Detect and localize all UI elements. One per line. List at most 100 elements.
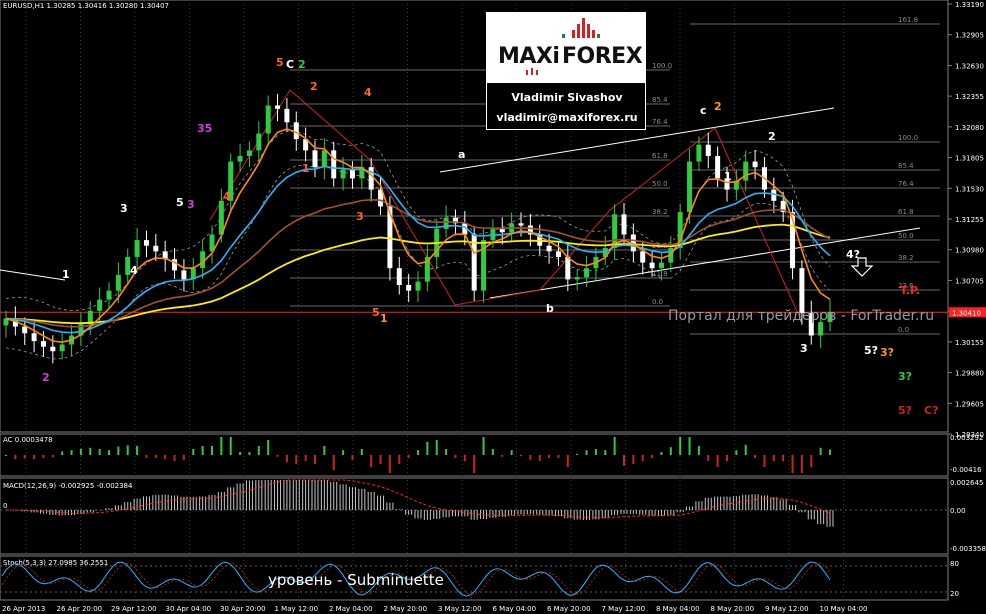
x-axis-label: 2 May 04:00 — [329, 605, 373, 613]
ac-bar — [763, 455, 766, 467]
candle-body — [687, 161, 693, 213]
wave-label: 2 — [768, 130, 776, 143]
wave-label: 2 — [310, 80, 318, 93]
ac-bar — [164, 455, 167, 460]
stoch-axis-label: 20 — [950, 590, 959, 598]
candle-body — [406, 285, 412, 291]
candle-body — [640, 251, 646, 263]
wave-label: C? — [924, 404, 938, 417]
ac-bar — [697, 446, 700, 455]
wave-label: C — [286, 58, 294, 71]
ac-bar — [594, 449, 597, 455]
candle-body — [752, 161, 758, 168]
wave-label: 3? — [880, 346, 894, 359]
author-name: Vladimir Sivashov — [511, 91, 623, 104]
ac-bar — [108, 450, 110, 455]
ac-bar — [744, 444, 747, 455]
ac-bar — [323, 446, 326, 455]
brand-logo-maxi: MAXi — [498, 44, 560, 69]
ac-bar — [398, 455, 401, 464]
ac-bar — [370, 455, 373, 467]
ac-bar — [772, 455, 775, 461]
macd-zero-label: 0 — [3, 502, 7, 510]
ac-bar — [239, 452, 242, 455]
candle-body — [705, 144, 711, 156]
candle-body — [499, 228, 505, 233]
ac-bar — [98, 449, 101, 455]
wave-label: 3 — [356, 210, 364, 223]
fib-label-right: 76.4 — [898, 180, 914, 188]
ac-bar — [660, 452, 663, 455]
candle-body — [312, 150, 318, 168]
ac-bar — [5, 455, 7, 456]
y-axis-label: 1.31805 — [955, 155, 984, 163]
x-axis-label: 6 May 20:00 — [547, 605, 591, 613]
maxiforex-logo: MAXi FOREX — [486, 12, 646, 82]
wave-label: b — [546, 302, 554, 315]
x-axis-label: 30 Apr 04:00 — [166, 605, 212, 613]
current-price-value: 1.30410 — [952, 309, 981, 317]
candle-body — [293, 122, 299, 140]
wave-label: 3 — [800, 342, 808, 355]
ac-bar — [688, 437, 691, 455]
wave-label: 4 — [130, 264, 138, 277]
ac-bar — [435, 440, 438, 455]
y-axis-label: 1.29605 — [955, 400, 984, 408]
ac-bar — [61, 451, 64, 455]
ac-bar — [276, 455, 279, 457]
x-axis-label: 8 May 20:00 — [711, 605, 755, 613]
symbol-ohlc-header: EURUSD,H1 1.30285 1.30416 1.30280 1.3040… — [3, 2, 169, 10]
candle-body — [181, 270, 187, 280]
ac-bar — [295, 455, 298, 464]
stoch-annotation: уровень - Subminuette — [268, 571, 444, 589]
ac-bar — [201, 446, 204, 455]
fib-label-right: 100.0 — [898, 134, 918, 142]
y-axis-label: 1.30980 — [955, 247, 984, 255]
ac-bar — [754, 455, 757, 458]
candle-body — [518, 223, 524, 226]
y-axis-label: 1.30155 — [955, 339, 984, 347]
wave-label: 5 — [276, 56, 284, 69]
ac-bar — [800, 455, 803, 473]
ac-bar — [613, 437, 616, 455]
ac-bar — [604, 450, 607, 455]
fib-label-right: 50.0 — [898, 232, 914, 240]
candle-body — [153, 245, 159, 252]
ac-bar — [182, 455, 185, 460]
candle-body — [321, 150, 327, 168]
x-axis-label: 2 May 20:00 — [384, 605, 428, 613]
candle-body — [134, 240, 140, 257]
macd-axis-label: -0.003358 — [950, 545, 986, 553]
candle-body — [799, 268, 805, 314]
fib-label-left: 38.2 — [652, 208, 668, 216]
ac-bar — [726, 455, 728, 461]
ac-bar — [819, 447, 822, 455]
ac-bar — [70, 450, 73, 455]
candle-body — [331, 150, 337, 179]
ac-bar — [342, 450, 345, 455]
y-axis-label: 1.33190 — [955, 1, 984, 9]
ac-bar — [314, 455, 316, 464]
fib-label-right: 0.0 — [898, 326, 909, 334]
ac-bar — [89, 447, 92, 455]
candle-body — [106, 290, 112, 300]
candle-body — [396, 268, 402, 286]
candle-body — [40, 341, 46, 347]
ac-bar — [454, 455, 457, 458]
ac-bar — [192, 449, 195, 455]
candle-body — [818, 322, 824, 336]
ac-bar — [651, 455, 654, 458]
ac-bar — [529, 455, 532, 460]
ac-bar — [716, 455, 719, 467]
candle-body — [143, 240, 149, 246]
ac-bar — [473, 455, 476, 473]
wave-label: 1 — [380, 312, 388, 325]
ac-bar — [285, 455, 288, 463]
wave-label: a — [458, 148, 465, 161]
ac-bar — [379, 455, 382, 464]
stoch-axis-label: 80 — [950, 560, 959, 568]
x-axis-label: 30 Apr 20:00 — [220, 605, 266, 613]
ac-bar — [248, 452, 251, 455]
wave-label: 4 — [364, 86, 372, 99]
candle-body — [349, 169, 355, 179]
